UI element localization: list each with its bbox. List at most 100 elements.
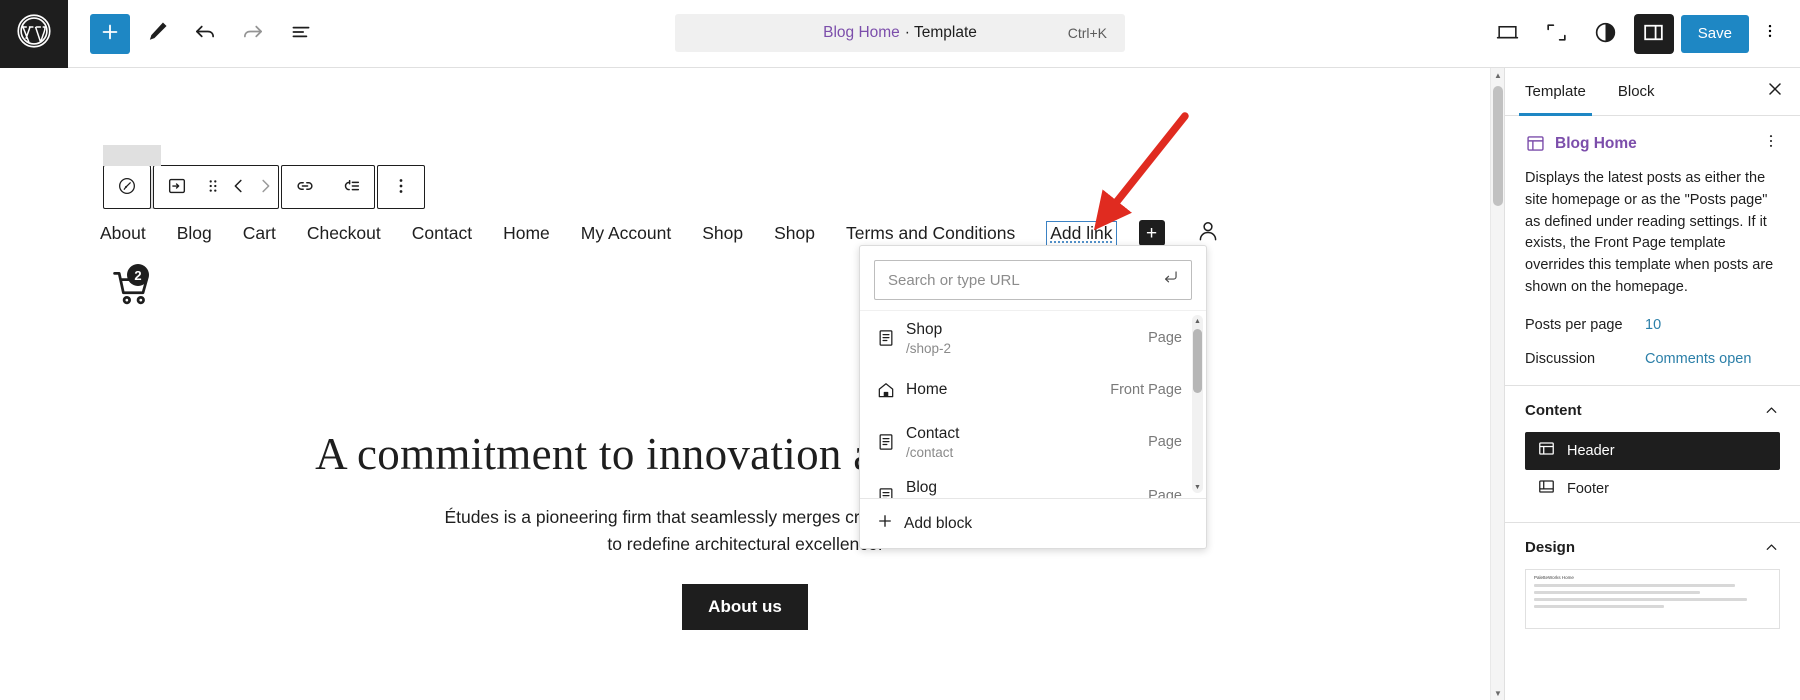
scroll-up-icon[interactable]: ▲	[1491, 68, 1504, 82]
save-button[interactable]: Save	[1680, 14, 1749, 53]
block-toolbar-group-main	[153, 165, 279, 209]
link-suggestion-url: /shop-2	[906, 341, 952, 357]
template-description: Displays the latest posts as either the …	[1525, 170, 1774, 295]
tab-block[interactable]: Block	[1602, 68, 1671, 116]
link-suggestion-row[interactable]: Contact /contact Page	[860, 415, 1206, 469]
page-icon	[876, 328, 906, 348]
undo-icon	[192, 19, 218, 48]
sidebar-tabs: Template Block	[1505, 68, 1800, 116]
move-left-button[interactable]	[226, 166, 252, 208]
redo-button[interactable]	[232, 13, 274, 55]
link-suggestion-type: Page	[1148, 330, 1182, 347]
link-search-section	[860, 246, 1206, 310]
design-panel: Design PaletteWorks Home	[1505, 523, 1800, 643]
design-panel-header[interactable]: Design	[1525, 539, 1780, 556]
device-preview-button[interactable]	[1487, 13, 1529, 55]
block-toolbar-group-parent	[103, 165, 151, 209]
wordpress-icon	[16, 13, 52, 54]
site-preview-canvas: About Blog Cart Checkout Contact Home My…	[0, 68, 1504, 700]
canvas-scrollbar[interactable]: ▲ ▼	[1490, 68, 1504, 700]
list-view-button[interactable]	[280, 13, 322, 55]
chevron-up-icon	[1763, 539, 1780, 556]
link-suggestion-row[interactable]: Shop /shop-2 Page	[860, 311, 1206, 365]
nav-item-shop-2[interactable]: Shop	[774, 223, 815, 244]
hero-about-us-button[interactable]: About us	[682, 584, 808, 631]
scroll-down-icon[interactable]: ▼	[1491, 686, 1504, 700]
zoom-out-icon	[1544, 20, 1569, 48]
design-template-preview[interactable]: PaletteWorks Home	[1525, 568, 1780, 629]
close-sidebar-button[interactable]	[1754, 71, 1796, 113]
link-suggestion-texts: Shop /shop-2	[906, 320, 1138, 356]
plus-icon	[876, 512, 894, 535]
add-link-field[interactable]: Add link	[1046, 220, 1117, 246]
kebab-menu-icon	[390, 175, 412, 200]
link-suggestion-row[interactable]: Home Front Page	[860, 365, 1206, 415]
block-toolbar-tab	[103, 145, 161, 166]
nav-item-checkout[interactable]: Checkout	[307, 223, 381, 244]
content-item-footer[interactable]: Footer	[1525, 470, 1780, 508]
content-block-list: Header Footer	[1525, 431, 1780, 508]
tab-template[interactable]: Template	[1509, 68, 1602, 116]
nav-item-shop-1[interactable]: Shop	[702, 223, 743, 244]
template-actions-button[interactable]	[1762, 132, 1780, 155]
nav-item-home[interactable]: Home	[503, 223, 550, 244]
link-search-input[interactable]	[875, 271, 1191, 289]
scrollbar-thumb[interactable]	[1193, 329, 1202, 393]
preview-line	[1534, 583, 1736, 587]
add-block-button[interactable]	[90, 13, 130, 54]
link-icon	[294, 175, 316, 200]
navigation-block-type-button[interactable]	[154, 166, 200, 208]
content-panel-title: Content	[1525, 401, 1582, 419]
link-suggestion-type: Page	[1148, 434, 1182, 451]
list-view-icon	[288, 19, 314, 48]
submit-link-button[interactable]	[1161, 268, 1180, 292]
select-parent-block-button[interactable]	[104, 166, 150, 208]
content-item-header[interactable]: Header	[1525, 431, 1780, 470]
nav-item-my-account[interactable]: My Account	[581, 223, 671, 244]
settings-sidebar-button[interactable]	[1633, 13, 1674, 54]
link-suggestion-texts: Home	[906, 380, 1100, 400]
scrollbar-thumb[interactable]	[1493, 86, 1503, 206]
compass-icon	[116, 175, 138, 200]
nav-item-terms-and-conditions[interactable]: Terms and Conditions	[846, 223, 1015, 244]
header-block-icon	[1537, 439, 1556, 462]
block-toolbar	[103, 145, 425, 209]
add-block-action[interactable]: Add block	[876, 512, 1190, 535]
content-panel-header[interactable]: Content	[1525, 402, 1780, 419]
block-options-button[interactable]	[378, 166, 424, 208]
edit-mode-button[interactable]	[136, 13, 178, 55]
add-submenu-icon	[340, 175, 362, 200]
discussion-value[interactable]: Comments open	[1645, 351, 1751, 367]
shopping-cart-button[interactable]: 2	[110, 264, 154, 314]
document-title-bar[interactable]: Blog Home · Template Ctrl+K	[675, 14, 1125, 52]
undo-button[interactable]	[184, 13, 226, 55]
nav-item-about[interactable]: About	[100, 223, 146, 244]
wordpress-logo-button[interactable]	[0, 0, 68, 68]
nav-item-contact[interactable]: Contact	[412, 223, 472, 244]
move-right-button[interactable]	[252, 166, 278, 208]
drag-handle-button[interactable]	[200, 166, 226, 208]
link-suggestion-title: Home	[906, 381, 948, 399]
editor-canvas-area: About Blog Cart Checkout Contact Home My…	[0, 68, 1504, 700]
scroll-up-icon[interactable]: ▲	[1192, 315, 1203, 327]
design-preview-inner: PaletteWorks Home	[1526, 570, 1779, 617]
nav-item-blog[interactable]: Blog	[177, 223, 212, 244]
link-suggestion-type: Page	[1148, 488, 1182, 498]
command-shortcut-hint: Ctrl+K	[1067, 25, 1107, 41]
scroll-down-icon[interactable]: ▼	[1192, 481, 1203, 493]
link-list-scrollbar[interactable]: ▲ ▼	[1192, 315, 1203, 493]
editor-body: About Blog Cart Checkout Contact Home My…	[0, 68, 1800, 700]
zoom-out-button[interactable]	[1536, 13, 1578, 55]
desktop-view-icon	[1495, 20, 1520, 48]
nav-account-button[interactable]	[1195, 218, 1221, 249]
add-submenu-button[interactable]	[328, 166, 374, 208]
chevron-left-icon	[228, 175, 250, 200]
styles-button[interactable]	[1585, 13, 1627, 55]
nav-add-block-button[interactable]: +	[1138, 220, 1165, 246]
insert-link-button[interactable]	[282, 166, 328, 208]
posts-per-page-value[interactable]: 10	[1645, 317, 1661, 333]
link-suggestion-row[interactable]: Blog /blog Page	[860, 469, 1206, 498]
more-options-button[interactable]	[1756, 22, 1784, 45]
nav-item-cart[interactable]: Cart	[243, 223, 276, 244]
cart-count-badge: 2	[127, 264, 149, 286]
